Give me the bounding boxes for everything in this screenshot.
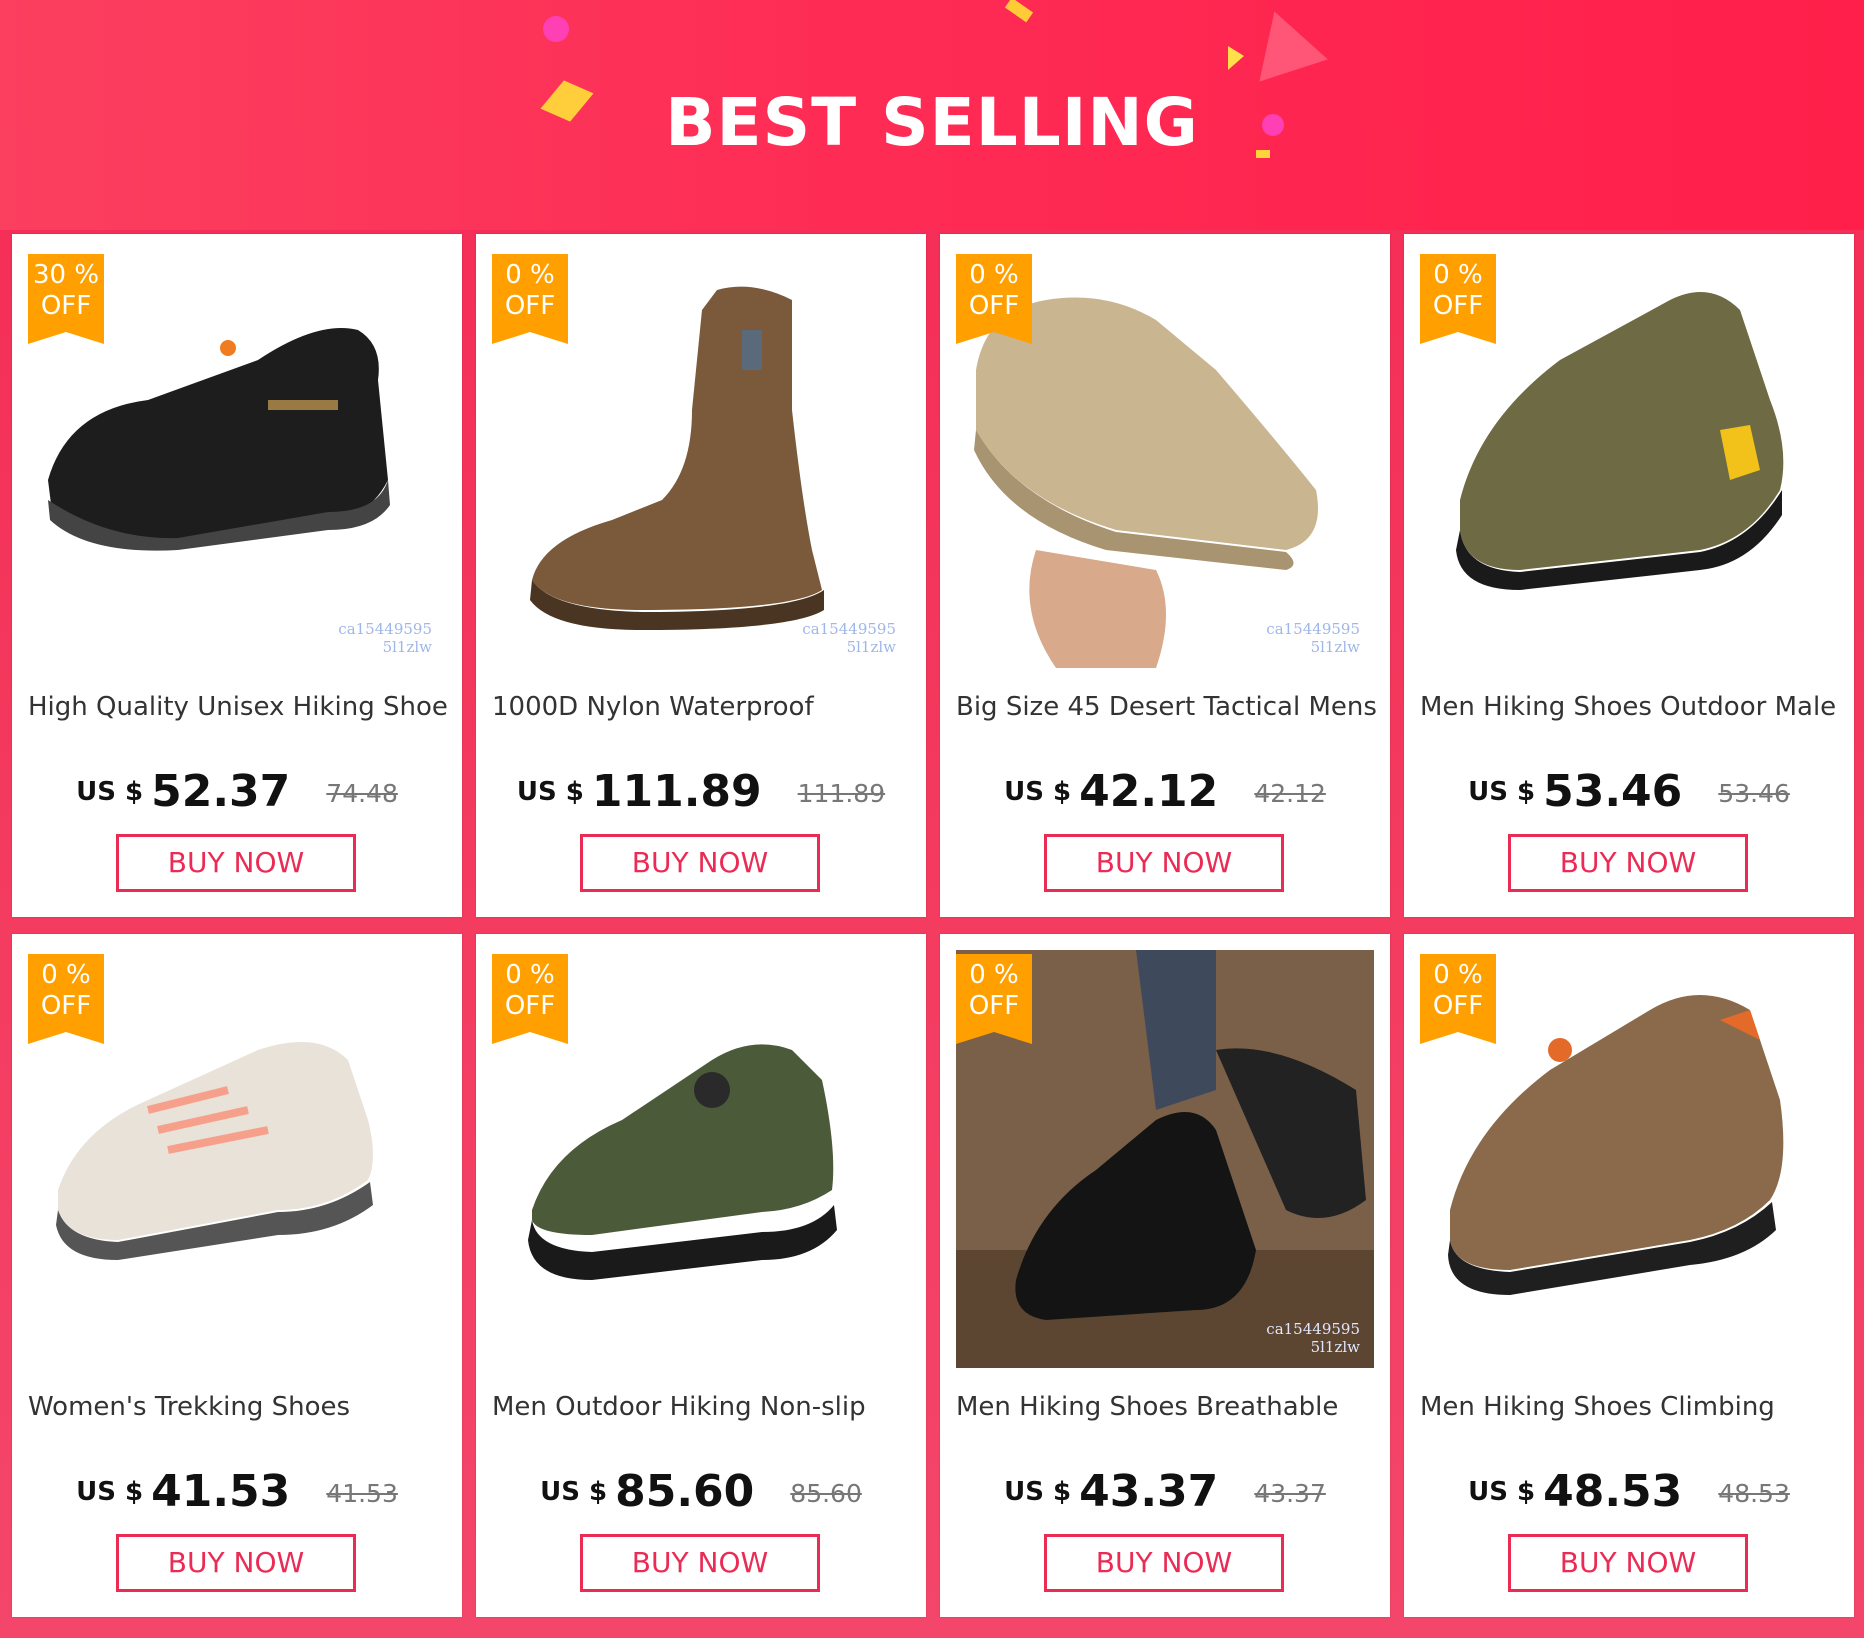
buy-now-button[interactable]: BUY NOW (1044, 1534, 1284, 1592)
product-name[interactable]: Men Hiking Shoes Outdoor Male (1420, 692, 1840, 722)
watermark-text: ca15449595 5l1zlw (1266, 620, 1360, 656)
product-name[interactable]: Big Size 45 Desert Tactical Mens (956, 692, 1376, 722)
product-card[interactable]: 0 % OFF Men Outdoor Hiking Non-slip US $… (476, 934, 926, 1617)
product-card[interactable]: ca15449595 5l1zlw 30 % OFF High Quality … (12, 234, 462, 917)
discount-off: OFF (968, 291, 1020, 321)
product-name[interactable]: Men Outdoor Hiking Non-slip (492, 1392, 912, 1422)
original-price: 48.53 (1718, 1479, 1790, 1508)
price-row: US $48.53 48.53 (1404, 1466, 1854, 1517)
discount-badge: 0 % OFF (492, 954, 568, 1044)
discount-off: OFF (504, 291, 556, 321)
discount-off: OFF (40, 991, 92, 1021)
buy-now-button[interactable]: BUY NOW (1508, 1534, 1748, 1592)
original-price: 43.37 (1254, 1479, 1326, 1508)
original-price: 41.53 (326, 1479, 398, 1508)
discount-percent: 0 % (969, 960, 1019, 990)
buy-now-button[interactable]: BUY NOW (580, 834, 820, 892)
price-row: US $43.37 43.37 (940, 1466, 1390, 1517)
product-card[interactable]: ca15449595 5l1zlw 0 % OFF Men Hiking Sho… (940, 934, 1390, 1617)
discount-off: OFF (504, 991, 556, 1021)
discount-off: OFF (40, 291, 92, 321)
discount-badge: 0 % OFF (28, 954, 104, 1044)
confetti-shape (1228, 46, 1244, 70)
current-price: 53.46 (1543, 766, 1683, 817)
confetti-shape (1004, 0, 1034, 23)
confetti-shape (1240, 0, 1328, 82)
price-row: US $41.53 41.53 (12, 1466, 462, 1517)
current-price: 42.12 (1079, 766, 1219, 817)
discount-percent: 0 % (1433, 260, 1483, 290)
watermark-text: ca15449595 5l1zlw (1266, 1320, 1360, 1356)
discount-percent: 0 % (1433, 960, 1483, 990)
discount-badge: 0 % OFF (956, 954, 1032, 1044)
currency: US $ (540, 1477, 608, 1507)
current-price: 41.53 (151, 1466, 291, 1517)
currency: US $ (516, 777, 584, 807)
price-row: US $111.89 111.89 (476, 766, 926, 817)
currency: US $ (76, 777, 144, 807)
watermark-text: ca15449595 5l1zlw (338, 620, 432, 656)
discount-badge: 0 % OFF (492, 254, 568, 344)
original-price: 53.46 (1718, 779, 1790, 808)
product-name[interactable]: Women's Trekking Shoes (28, 1392, 448, 1422)
price-row: US $42.12 42.12 (940, 766, 1390, 817)
current-price: 85.60 (615, 1466, 755, 1517)
discount-badge: 30 % OFF (28, 254, 104, 344)
buy-now-button[interactable]: BUY NOW (116, 834, 356, 892)
original-price: 85.60 (790, 1479, 862, 1508)
original-price: 111.89 (797, 779, 886, 808)
currency: US $ (1468, 777, 1536, 807)
discount-percent: 0 % (505, 260, 555, 290)
discount-badge: 0 % OFF (1420, 254, 1496, 344)
product-card[interactable]: ca15449595 5l1zlw 0 % OFF Big Size 45 De… (940, 234, 1390, 917)
discount-off: OFF (1432, 291, 1484, 321)
current-price: 48.53 (1543, 1466, 1683, 1517)
confetti-dot (543, 16, 569, 42)
current-price: 52.37 (151, 766, 291, 817)
currency: US $ (1004, 1477, 1072, 1507)
product-name[interactable]: Men Hiking Shoes Climbing (1420, 1392, 1840, 1422)
price-row: US $53.46 53.46 (1404, 766, 1854, 817)
product-card[interactable]: 0 % OFF Women's Trekking Shoes US $41.53… (12, 934, 462, 1617)
discount-percent: 0 % (41, 960, 91, 990)
buy-now-button[interactable]: BUY NOW (116, 1534, 356, 1592)
price-row: US $85.60 85.60 (476, 1466, 926, 1517)
discount-badge: 0 % OFF (956, 254, 1032, 344)
discount-badge: 0 % OFF (1420, 954, 1496, 1044)
original-price: 42.12 (1254, 779, 1326, 808)
current-price: 111.89 (591, 766, 762, 817)
currency: US $ (1468, 1477, 1536, 1507)
buy-now-button[interactable]: BUY NOW (1044, 834, 1284, 892)
product-name[interactable]: Men Hiking Shoes Breathable (956, 1392, 1376, 1422)
original-price: 74.48 (326, 779, 398, 808)
discount-percent: 0 % (505, 960, 555, 990)
price-row: US $52.37 74.48 (12, 766, 462, 817)
discount-off: OFF (968, 991, 1020, 1021)
product-card[interactable]: 0 % OFF Men Hiking Shoes Climbing US $48… (1404, 934, 1854, 1617)
discount-percent: 30 % (32, 260, 100, 290)
product-name[interactable]: 1000D Nylon Waterproof (492, 692, 912, 722)
current-price: 43.37 (1079, 1466, 1219, 1517)
currency: US $ (1004, 777, 1072, 807)
product-grid: ca15449595 5l1zlw 30 % OFF High Quality … (12, 234, 1856, 1630)
watermark-text: ca15449595 5l1zlw (802, 620, 896, 656)
product-card[interactable]: 0 % OFF Men Hiking Shoes Outdoor Male US… (1404, 234, 1854, 917)
header-banner: BEST SELLING (0, 0, 1864, 230)
discount-off: OFF (1432, 991, 1484, 1021)
discount-percent: 0 % (969, 260, 1019, 290)
buy-now-button[interactable]: BUY NOW (580, 1534, 820, 1592)
page-title: BEST SELLING (665, 84, 1199, 161)
product-name[interactable]: High Quality Unisex Hiking Shoes (28, 692, 448, 722)
currency: US $ (76, 1477, 144, 1507)
product-card[interactable]: ca15449595 5l1zlw 0 % OFF 1000D Nylon Wa… (476, 234, 926, 917)
buy-now-button[interactable]: BUY NOW (1508, 834, 1748, 892)
